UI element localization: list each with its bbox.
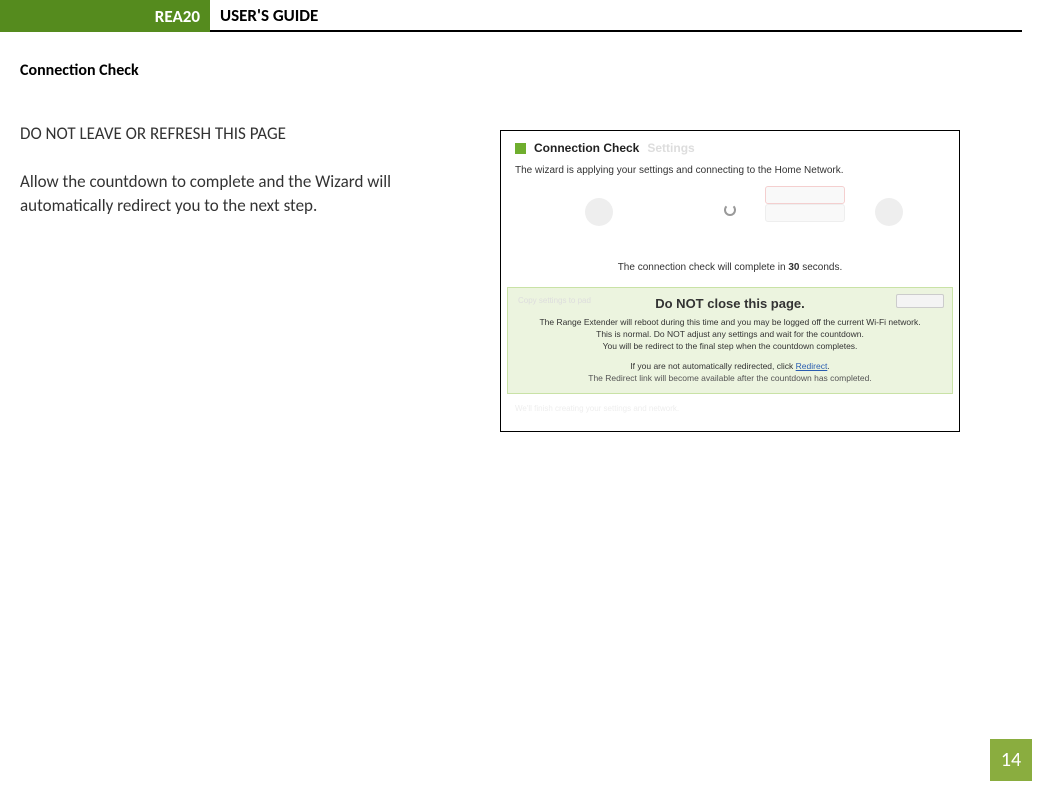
product-label: REA20 (155, 6, 200, 27)
redirect-line: If you are not automatically redirected,… (518, 361, 942, 371)
ss-warning-panel: Copy settings to pad Do NOT close this p… (507, 287, 953, 394)
ss-countdown: The connection check will complete in 30… (515, 262, 945, 273)
redirect-link[interactable]: Redirect (796, 361, 828, 371)
ss-title-row: Connection Check Settings (515, 141, 945, 155)
ss-diagram (515, 194, 945, 254)
redirect-prefix: If you are not automatically redirected,… (630, 361, 795, 371)
left-column: Connection Check DO NOT LEAVE OR REFRESH… (20, 60, 480, 432)
ss-subtitle: The wizard is applying your settings and… (515, 165, 945, 176)
ss-footer-ghost: We'll finish creating your settings and … (501, 394, 959, 423)
instruction-line: Allow the countdown to complete and the … (20, 170, 480, 218)
right-column: Connection Check Settings The wizard is … (500, 60, 1022, 432)
spinner-icon (724, 204, 736, 216)
product-badge: REA20 (0, 0, 210, 32)
after-note: The Redirect link will become available … (518, 373, 942, 383)
countdown-suffix: seconds. (799, 262, 842, 273)
panel-line2: This is normal. Do NOT adjust any settin… (518, 329, 942, 341)
warning-line: DO NOT LEAVE OR REFRESH THIS PAGE (20, 122, 480, 146)
panel-line3: You will be redirect to the final step w… (518, 341, 942, 353)
embedded-screenshot: Connection Check Settings The wizard is … (500, 130, 960, 432)
square-icon (515, 143, 526, 154)
page-number: 14 (990, 739, 1032, 781)
ghost-button (896, 294, 944, 308)
ss-title-grey: Settings (647, 141, 694, 155)
countdown-seconds: 30 (788, 262, 799, 273)
guide-title: USER'S GUIDE (210, 0, 1022, 32)
section-title: Connection Check (20, 60, 480, 82)
panel-line1: The Range Extender will reboot during th… (518, 317, 942, 329)
page-number-text: 14 (1001, 748, 1021, 772)
page-header: REA20 USER'S GUIDE (0, 0, 1042, 32)
ss-title: Connection Check (534, 141, 639, 155)
content-area: Connection Check DO NOT LEAVE OR REFRESH… (0, 32, 1042, 432)
guide-title-text: USER'S GUIDE (220, 5, 318, 26)
countdown-prefix: The connection check will complete in (618, 262, 789, 273)
